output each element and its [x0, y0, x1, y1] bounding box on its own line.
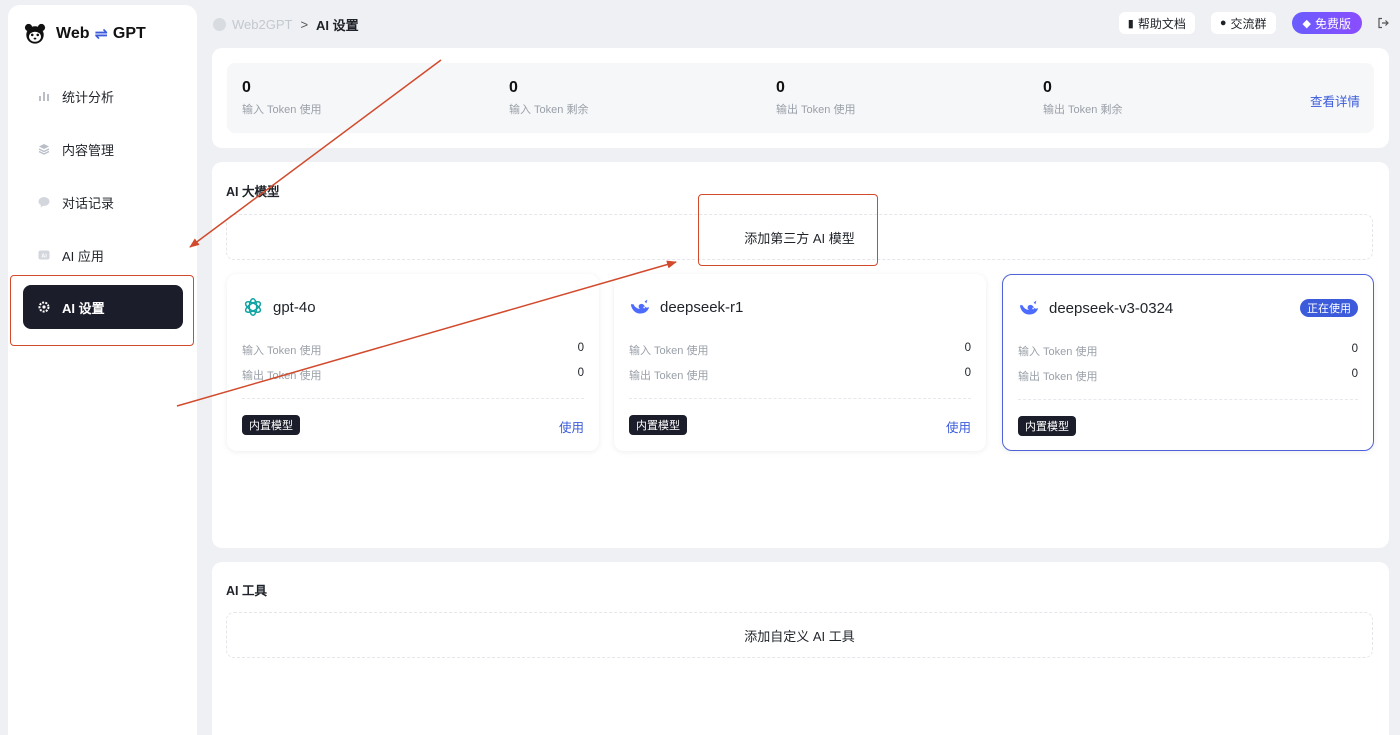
model-card-gpt-4o[interactable]: gpt-4o 输入 Token 使用 0 输出 Token 使用 0 内置模型 … [227, 274, 599, 451]
builtin-model-tag: 内置模型 [242, 415, 300, 435]
stat-output-used: 0 输出 Token 使用 [776, 79, 855, 117]
output-token-row: 输出 Token 使用 0 [1018, 368, 1358, 384]
ai-tools-panel: AI 工具 添加自定义 AI 工具 [212, 562, 1389, 735]
annotation-highlight-add-model [698, 194, 878, 266]
brand-arrow: ⇌ [94, 26, 108, 43]
input-token-label: 输入 Token 使用 [1018, 346, 1098, 358]
layers-icon [38, 143, 50, 155]
model-name: gpt-4o [273, 298, 316, 316]
help-docs-label: 帮助文档 [1137, 16, 1186, 31]
stat-value: 0 [776, 79, 785, 96]
input-token-value: 0 [964, 342, 971, 354]
sidebar-item-statistics[interactable]: 统计分析 [23, 74, 183, 118]
use-model-button[interactable]: 使用 [559, 417, 584, 436]
community-group-label: 交流群 [1230, 16, 1267, 31]
group-icon: ● [1219, 17, 1227, 29]
card-divider [1018, 399, 1358, 400]
add-custom-tool-button[interactable]: 添加自定义 AI 工具 [226, 612, 1373, 658]
breadcrumb-home-label: Web2GPT [232, 17, 293, 32]
output-token-row: 输出 Token 使用 0 [242, 367, 584, 383]
model-card-deepseek-v3-0324[interactable]: deepseek-v3-0324 正在使用 输入 Token 使用 0 输出 T… [1002, 274, 1374, 451]
token-stats-bar: 0 输入 Token 使用 0 输入 Token 剩余 0 输出 Token 使… [227, 63, 1374, 133]
add-tool-label: 添加自定义 AI 工具 [744, 628, 855, 644]
stat-input-used: 0 输入 Token 使用 [242, 79, 321, 117]
help-docs-button[interactable]: ▮ 帮助文档 [1118, 12, 1195, 34]
card-divider [242, 398, 584, 399]
output-token-label: 输出 Token 使用 [629, 370, 709, 382]
brand-name-right: GPT [112, 25, 146, 42]
in-use-badge: 正在使用 [1300, 299, 1358, 317]
output-token-value: 0 [577, 367, 584, 379]
bar-chart-icon [38, 90, 50, 102]
input-token-value: 0 [1351, 343, 1358, 355]
input-token-row: 输入 Token 使用 0 [1018, 343, 1358, 359]
sidebar-item-label: AI 应用 [62, 248, 104, 264]
sidebar-item-conversations[interactable]: 对话记录 [23, 180, 183, 224]
model-card-deepseek-r1[interactable]: deepseek-r1 输入 Token 使用 0 输出 Token 使用 0 … [614, 274, 986, 451]
stat-label: 输出 Token 使用 [776, 104, 856, 116]
stat-label: 输出 Token 剩余 [1043, 104, 1123, 116]
deepseek-icon [1019, 300, 1039, 315]
output-token-value: 0 [1351, 368, 1358, 380]
model-name: deepseek-v3-0324 [1049, 299, 1174, 317]
annotation-highlight-nav [10, 275, 194, 346]
input-token-label: 输入 Token 使用 [629, 345, 709, 357]
sidebar-item-label: 内容管理 [62, 142, 115, 158]
diamond-icon: ◆ [1302, 17, 1311, 30]
model-card-header: deepseek-r1 [629, 296, 743, 318]
input-token-row: 输入 Token 使用 0 [242, 342, 584, 358]
sidebar: Web ⇌ GPT 统计分析 内容管理 对话记录 AI AI 应用 AI 设置 [8, 5, 197, 735]
stat-output-remaining: 0 输出 Token 剩余 [1043, 79, 1122, 117]
sidebar-item-label: 统计分析 [62, 89, 115, 105]
home-logo-icon [213, 18, 226, 31]
breadcrumb-separator: > [300, 17, 309, 32]
deepseek-icon [630, 299, 650, 314]
tools-section-title: AI 工具 [226, 584, 267, 598]
output-token-row: 输出 Token 使用 0 [629, 367, 971, 383]
panda-logo-icon [24, 23, 46, 44]
plan-label: 免费版 [1314, 16, 1351, 31]
stat-value: 0 [242, 79, 251, 96]
stat-label: 输入 Token 剩余 [509, 104, 589, 116]
input-token-label: 输入 Token 使用 [242, 345, 322, 357]
plan-button[interactable]: ◆ 免费版 [1291, 12, 1362, 34]
sidebar-item-ai-apps[interactable]: AI AI 应用 [23, 233, 183, 277]
document-icon: ▮ [1127, 17, 1134, 30]
stat-label: 输入 Token 使用 [242, 104, 322, 116]
view-details-link[interactable]: 查看详情 [1310, 91, 1360, 110]
breadcrumb-home[interactable]: Web2GPT [213, 17, 292, 32]
logout-icon[interactable] [1376, 16, 1390, 30]
input-token-row: 输入 Token 使用 0 [629, 342, 971, 358]
output-token-value: 0 [964, 367, 971, 379]
community-group-button[interactable]: ● 交流群 [1210, 12, 1276, 34]
header-actions: ▮ 帮助文档 ● 交流群 ◆ 免费版 [1103, 12, 1390, 34]
use-model-button[interactable]: 使用 [946, 417, 971, 436]
stat-input-remaining: 0 输入 Token 剩余 [509, 79, 588, 117]
card-divider [629, 398, 971, 399]
stat-value: 0 [509, 79, 518, 96]
model-card-header: deepseek-v3-0324 [1018, 297, 1173, 319]
output-token-label: 输出 Token 使用 [1018, 371, 1098, 383]
builtin-model-tag: 内置模型 [629, 415, 687, 435]
openai-icon [244, 298, 262, 316]
brand-name-left: Web [56, 25, 90, 42]
svg-text:AI: AI [41, 254, 47, 260]
models-section-title: AI 大模型 [226, 185, 280, 199]
output-token-label: 输出 Token 使用 [242, 370, 322, 382]
model-name: deepseek-r1 [660, 298, 744, 316]
builtin-model-tag: 内置模型 [1018, 416, 1076, 436]
sidebar-item-content[interactable]: 内容管理 [23, 127, 183, 171]
chat-bubble-icon [38, 196, 50, 208]
breadcrumb: Web2GPT > AI 设置 [213, 15, 359, 34]
token-stats-panel: 0 输入 Token 使用 0 输入 Token 剩余 0 输出 Token 使… [212, 48, 1389, 148]
ai-app-icon: AI [38, 249, 50, 261]
brand-logo[interactable]: Web ⇌ GPT [24, 23, 146, 45]
breadcrumb-current: AI 设置 [316, 18, 359, 33]
stat-value: 0 [1043, 79, 1052, 96]
model-card-header: gpt-4o [242, 296, 316, 318]
input-token-value: 0 [577, 342, 584, 354]
sidebar-item-label: 对话记录 [62, 195, 115, 211]
